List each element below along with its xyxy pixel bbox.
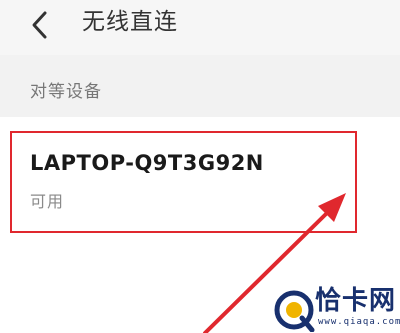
device-name: LAPTOP-Q9T3G92N <box>30 151 264 175</box>
chevron-left-icon <box>32 11 47 39</box>
watermark-logo-icon <box>274 290 315 332</box>
watermark: 恰卡网 www.qiaqa.com <box>272 286 400 333</box>
watermark-text: 恰卡网 <box>315 286 397 316</box>
device-status: 可用 <box>30 192 65 211</box>
page-title: 无线直连 <box>82 9 178 35</box>
watermark-url: www.qiaqa.com <box>318 317 400 327</box>
section-title-peer-devices: 对等设备 <box>30 82 102 102</box>
top-bar <box>0 0 400 55</box>
back-button[interactable] <box>20 8 60 42</box>
device-list-item[interactable] <box>0 117 400 247</box>
